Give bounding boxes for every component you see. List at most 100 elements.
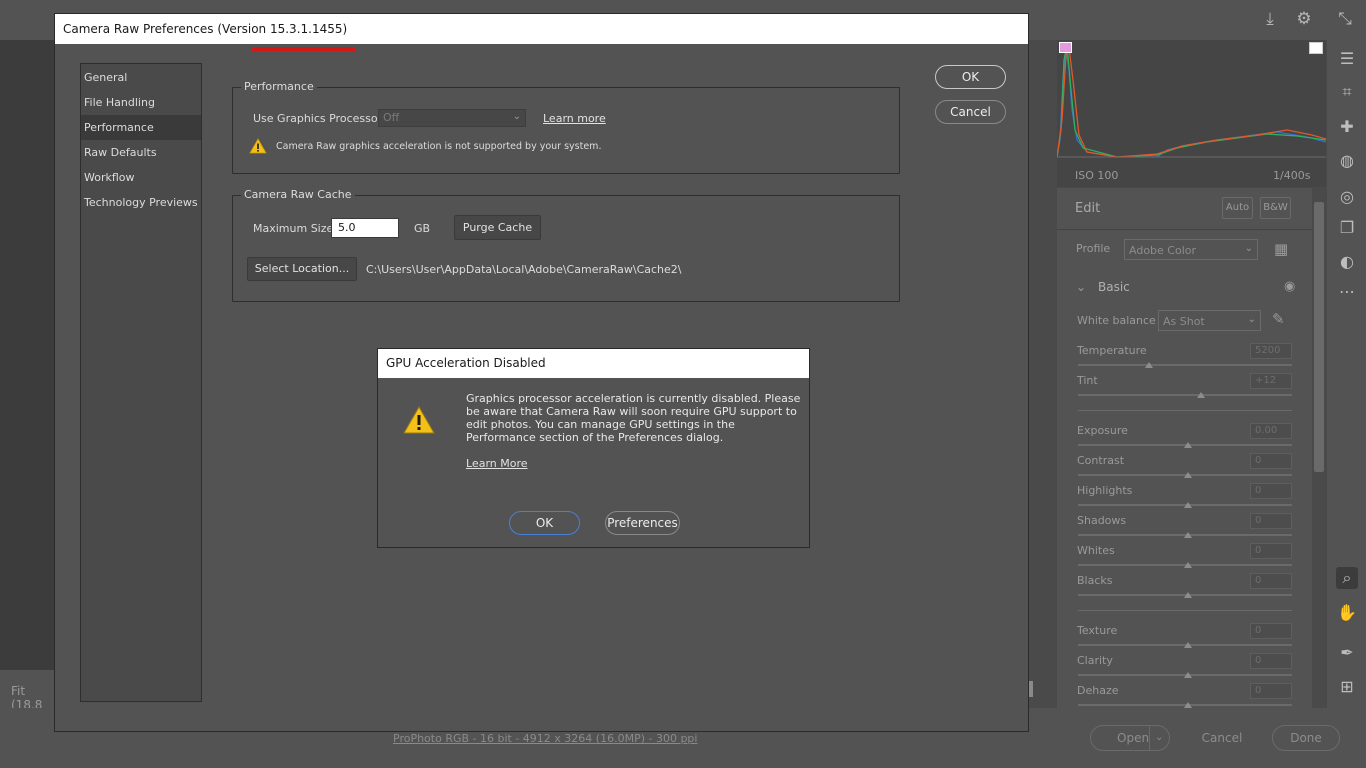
slider-handle[interactable] [1184, 562, 1192, 568]
gpu-label: Use Graphics Processor: [253, 112, 386, 125]
chevron-down-icon[interactable]: ⌄ [1076, 280, 1086, 294]
slider-handle[interactable] [1184, 592, 1192, 598]
file-info-link[interactable]: ProPhoto RGB - 16 bit - 4912 x 3264 (16.… [393, 732, 697, 745]
slider-value[interactable]: +12 [1250, 373, 1292, 389]
slider-value[interactable]: 0 [1250, 653, 1292, 669]
nav-item-general[interactable]: General [81, 65, 201, 90]
zoom-tool-icon[interactable]: ⌕ [1336, 567, 1358, 589]
max-size-label: Maximum Size: [253, 222, 337, 235]
nav-item-performance[interactable]: Performance [81, 115, 201, 140]
divider [1078, 410, 1292, 411]
eye-icon[interactable]: ◉ [1284, 279, 1295, 294]
edit-sliders-icon[interactable]: ☰ [1336, 48, 1358, 70]
basic-section-title[interactable]: Basic [1098, 280, 1130, 294]
gpu-warning-text: Camera Raw graphics acceleration is not … [276, 141, 602, 152]
histogram-chart [1057, 44, 1326, 158]
nav-item-raw-defaults[interactable]: Raw Defaults [81, 140, 201, 165]
red-eye-icon[interactable]: ◎ [1336, 186, 1358, 208]
profile-select[interactable]: Adobe Color ⌄ [1124, 239, 1258, 260]
gear-icon[interactable]: ⚙ [1293, 8, 1315, 30]
tool-strip: ☰ ⌗ ✚ ◍ ◎ ❐ ◐ ⋯ ⌕ ✋ ✒ ⊞ [1327, 40, 1366, 708]
slider-label: Exposure [1077, 424, 1128, 437]
chevron-down-icon: ⌄ [1244, 243, 1253, 254]
gpu-alert-message: Graphics processor acceleration is curre… [466, 392, 801, 444]
cancel-button[interactable]: Cancel [935, 100, 1006, 124]
done-button[interactable]: Done [1272, 725, 1340, 751]
slider-label: Contrast [1077, 454, 1125, 467]
slider-handle[interactable] [1145, 362, 1153, 368]
gpu-alert-dialog: GPU Acceleration Disabled Graphics proce… [377, 348, 810, 548]
slider-value[interactable]: 0 [1250, 453, 1292, 469]
warning-icon [249, 138, 267, 154]
slider-label: Temperature [1077, 344, 1147, 357]
healing-icon[interactable]: ✚ [1336, 116, 1358, 138]
nav-item-workflow[interactable]: Workflow [81, 165, 201, 190]
max-size-input[interactable]: 5.0 [331, 218, 399, 238]
slider-value[interactable]: 5200 [1250, 343, 1292, 359]
slider-label: Dehaze [1077, 684, 1119, 697]
cancel-button[interactable]: Cancel [1182, 725, 1262, 751]
slider-value[interactable]: 0 [1250, 573, 1292, 589]
slider-label: Tint [1077, 374, 1098, 387]
slider-label: Clarity [1077, 654, 1113, 667]
slider-value[interactable]: 0 [1250, 683, 1292, 699]
edit-panel-scrollbar[interactable] [1312, 188, 1326, 708]
shutter-value: 1/400s [1273, 169, 1311, 182]
save-icon[interactable]: ⤓ [1259, 8, 1281, 30]
slider-handle[interactable] [1184, 442, 1192, 448]
slider-label: Blacks [1077, 574, 1113, 587]
grid-icon[interactable]: ⊞ [1336, 676, 1358, 698]
gpu-preferences-button[interactable]: Preferences [605, 511, 680, 535]
scroll-marker [1029, 681, 1033, 697]
slider-handle[interactable] [1184, 532, 1192, 538]
white-balance-value: As Shot [1163, 315, 1205, 328]
ok-button[interactable]: OK [935, 65, 1006, 89]
gpu-learn-more-link[interactable]: Learn More [466, 457, 528, 470]
nav-item-technology-previews[interactable]: Technology Previews [81, 190, 201, 215]
learn-more-link[interactable]: Learn more [543, 112, 606, 125]
gpu-ok-button[interactable]: OK [509, 511, 580, 535]
nav-item-file-handling[interactable]: File Handling [81, 90, 201, 115]
slider-handle[interactable] [1184, 672, 1192, 678]
highlight-clipping-icon[interactable] [1309, 42, 1323, 54]
open-button[interactable]: Open ⌄ [1090, 725, 1170, 751]
presets-icon[interactable]: ◐ [1336, 251, 1358, 273]
size-unit-label: GB [414, 222, 431, 235]
more-icon[interactable]: ⋯ [1336, 281, 1358, 303]
slider-value[interactable]: 0 [1250, 623, 1292, 639]
gpu-alert-title: GPU Acceleration Disabled [378, 349, 809, 378]
slider-value[interactable]: 0.00 [1250, 423, 1292, 439]
performance-group: Performance Use Graphics Processor: Off … [232, 80, 900, 174]
hand-tool-icon[interactable]: ✋ [1336, 602, 1358, 624]
zoom-field[interactable]: Fit (18.8 [0, 670, 56, 712]
slider-track[interactable] [1078, 364, 1292, 366]
warning-icon [403, 406, 435, 434]
purge-cache-button[interactable]: Purge Cache [454, 215, 541, 240]
masking-icon[interactable]: ◍ [1336, 150, 1358, 172]
snapshots-icon[interactable]: ❐ [1336, 217, 1358, 239]
auto-button[interactable]: Auto [1222, 197, 1253, 219]
white-balance-select[interactable]: As Shot ⌄ [1158, 310, 1261, 331]
select-location-button[interactable]: Select Location... [247, 257, 357, 281]
slider-handle[interactable] [1197, 392, 1205, 398]
collapse-icon[interactable]: ⤡ [1334, 8, 1356, 30]
slider-value[interactable]: 0 [1250, 543, 1292, 559]
profile-browser-icon[interactable]: ▦ [1274, 240, 1288, 258]
shadow-clipping-icon[interactable] [1059, 42, 1072, 53]
divider [1057, 229, 1312, 230]
crop-icon[interactable]: ⌗ [1336, 81, 1358, 103]
gpu-select[interactable]: Off ⌄ [378, 109, 526, 127]
cache-legend: Camera Raw Cache [241, 188, 355, 201]
color-sampler-icon[interactable]: ✒ [1336, 642, 1358, 664]
slider-handle[interactable] [1184, 502, 1192, 508]
preferences-title: Camera Raw Preferences (Version 15.3.1.1… [55, 14, 1028, 44]
slider-handle[interactable] [1184, 642, 1192, 648]
slider-value[interactable]: 0 [1250, 513, 1292, 529]
chevron-down-icon[interactable]: ⌄ [1155, 726, 1163, 750]
bw-button[interactable]: B&W [1260, 197, 1291, 219]
slider-track[interactable] [1078, 394, 1292, 396]
slider-value[interactable]: 0 [1250, 483, 1292, 499]
slider-handle[interactable] [1184, 472, 1192, 478]
eyedropper-icon[interactable]: ✎ [1272, 310, 1285, 328]
iso-value: ISO 100 [1075, 169, 1119, 182]
